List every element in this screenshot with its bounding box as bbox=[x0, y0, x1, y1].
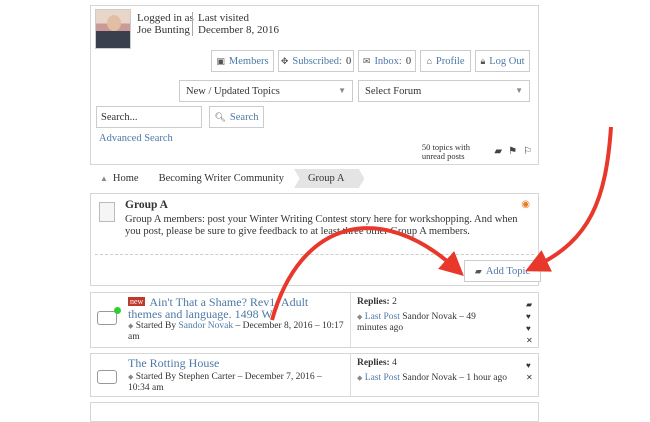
last-post-author[interactable]: Sandor Novak bbox=[402, 373, 457, 383]
rss-icon[interactable]: ◉ bbox=[521, 199, 530, 210]
topic-title[interactable]: new Ain't That a Shame? Rev1: Adult theme… bbox=[128, 296, 344, 320]
search-icon: 🔍︎ bbox=[214, 111, 226, 122]
topic-meta: ◆ Started By Stephen Carter – December 7… bbox=[128, 372, 322, 393]
members-button[interactable]: ▣ Members bbox=[211, 50, 274, 72]
topic-meta: ◆ Started By Sandor Novak – December 8, … bbox=[128, 321, 344, 342]
divider bbox=[350, 293, 351, 347]
last-visited: Last visited December 8, 2016 bbox=[192, 12, 279, 36]
new-badge: new bbox=[128, 297, 146, 306]
last-visited-label: Last visited bbox=[198, 12, 250, 24]
annotation-arrow bbox=[525, 126, 613, 272]
topic-row[interactable]: new Ain't That a Shame? Rev1: Adult theme… bbox=[90, 292, 539, 348]
lock-icon: 🔒︎ bbox=[480, 55, 486, 66]
breadcrumb-community[interactable]: Becoming Writer Community bbox=[149, 169, 294, 188]
logout-button[interactable]: 🔒︎ Log Out bbox=[475, 50, 530, 72]
breadcrumb-home[interactable]: ▲ Home bbox=[90, 169, 149, 188]
chevron-down-icon: ▼ bbox=[338, 86, 346, 95]
last-post-link[interactable]: Last Post bbox=[365, 312, 400, 322]
heart-icon[interactable]: ♥ bbox=[526, 311, 538, 323]
envelope-icon: ✉ bbox=[362, 55, 371, 66]
heart-icon[interactable]: ♥ bbox=[526, 360, 538, 372]
forum-description: Group A members: post your Winter Writin… bbox=[125, 214, 518, 237]
topic-actions: ▰ ♥ ♥ ✕ bbox=[526, 299, 538, 347]
search-input[interactable]: Search... bbox=[96, 106, 202, 128]
breadcrumb: ▲ Home Becoming Writer Community Group A bbox=[90, 169, 539, 188]
advanced-search-link[interactable]: Advanced Search bbox=[99, 133, 173, 144]
members-icon: ▣ bbox=[216, 55, 225, 66]
topic-author[interactable]: Sandor Novak bbox=[179, 321, 234, 331]
chevron-down-icon: ▼ bbox=[515, 86, 523, 95]
unread-topics-count[interactable]: 50 topics with unread posts bbox=[422, 143, 470, 161]
divider bbox=[95, 254, 534, 255]
topic-tools: ▰ ⚑ ⚐ bbox=[494, 146, 532, 157]
topic-stats: Replies: 2 ◆ Last Post Sandor Novak – 49… bbox=[357, 297, 476, 333]
comment-icon[interactable]: ▰ bbox=[494, 146, 502, 157]
forum-header: Group A ◉ Group A members: post your Win… bbox=[90, 193, 541, 286]
logged-in-label: Logged in as bbox=[137, 12, 194, 24]
user-info: Logged in as Joe Bunting bbox=[137, 12, 194, 36]
topic-row[interactable]: The Rotting House ◆ Started By Stephen C… bbox=[90, 353, 539, 397]
profile-button[interactable]: ⌂ Profile bbox=[420, 50, 471, 72]
last-post-author[interactable]: Sandor Novak bbox=[402, 312, 457, 322]
forum-title: Group A bbox=[125, 199, 168, 211]
topic-title[interactable]: The Rotting House bbox=[128, 357, 344, 369]
new-posts-icon bbox=[97, 307, 121, 325]
topic-row[interactable] bbox=[90, 402, 539, 422]
topic-stats: Replies: 4 ◆ Last Post Sandor Novak – 1 … bbox=[357, 358, 508, 383]
topic-author[interactable]: Stephen Carter bbox=[179, 372, 236, 382]
move-icon: ✥ bbox=[280, 55, 289, 66]
subscribed-button[interactable]: ✥ Subscribed: 0 bbox=[278, 50, 354, 72]
topic-actions: ♥ ✕ bbox=[526, 360, 538, 384]
user-name[interactable]: Joe Bunting bbox=[137, 24, 194, 36]
add-topic-button[interactable]: ▰ Add Topic bbox=[464, 260, 541, 282]
tools-icon[interactable]: ✕ bbox=[526, 335, 538, 347]
topic-icon bbox=[97, 370, 117, 384]
document-icon bbox=[99, 202, 115, 222]
profile-icon: ⌂ bbox=[426, 56, 432, 66]
inbox-button[interactable]: ✉ Inbox: 0 bbox=[358, 50, 416, 72]
flag-icon[interactable]: ⚑ bbox=[508, 146, 517, 157]
breadcrumb-group[interactable]: Group A bbox=[293, 169, 365, 188]
last-visited-date: December 8, 2016 bbox=[198, 24, 279, 36]
tools-icon[interactable]: ✕ bbox=[526, 372, 538, 384]
last-post-link[interactable]: Last Post bbox=[365, 373, 400, 383]
forum-select[interactable]: Select Forum ▼ bbox=[358, 80, 530, 102]
search-button[interactable]: 🔍︎ Search bbox=[209, 106, 264, 128]
comment-icon[interactable]: ▰ bbox=[526, 299, 538, 311]
mark-read-icon[interactable]: ⚐ bbox=[523, 146, 532, 157]
divider bbox=[350, 354, 351, 396]
home-icon: ▲ bbox=[100, 174, 108, 183]
heart-icon[interactable]: ♥ bbox=[526, 323, 538, 335]
topics-filter-select[interactable]: New / Updated Topics ▼ bbox=[179, 80, 353, 102]
avatar[interactable] bbox=[95, 9, 131, 49]
add-topic-icon: ▰ bbox=[474, 265, 482, 276]
user-panel: Logged in as Joe Bunting Last visited De… bbox=[90, 5, 539, 165]
